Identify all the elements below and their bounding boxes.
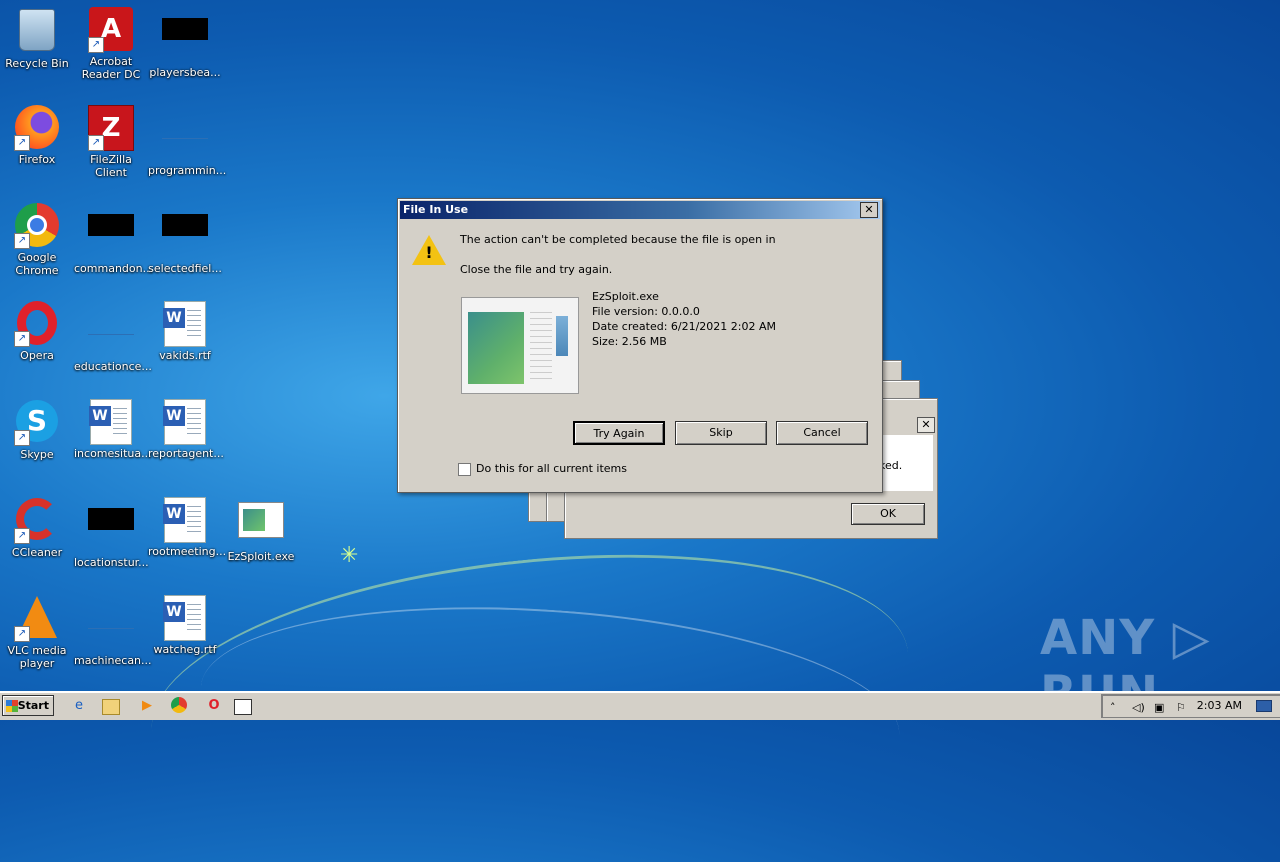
skip-button[interactable]: Skip [675,421,767,445]
file-icon [162,116,208,139]
file-explorer-icon[interactable] [102,699,120,715]
show-hidden-icons-icon[interactable]: ˄ [1110,701,1116,714]
file-icon [88,606,134,629]
desktop-icon-reportagent[interactable]: W reportagent... [148,398,224,460]
desktop-icon-selectedfiel[interactable]: selectedfiel... [148,202,222,275]
media-player-icon[interactable]: ▶ [138,697,156,715]
file-version: File version: 0.0.0.0 [592,305,700,318]
desktop-icon-rootmeeting[interactable]: W rootmeeting... [148,496,226,558]
internet-explorer-icon[interactable]: e [70,697,88,715]
desktop-icon-filezilla[interactable]: Z ↗ FileZilla Client [74,104,148,179]
file-date-created: Date created: 6/21/2021 2:02 AM [592,320,777,333]
desktop-icon-acrobat[interactable]: A ↗ Acrobat Reader DC [74,6,148,81]
file-name: EzSploit.exe [592,290,659,303]
ok-button[interactable]: OK [851,503,925,525]
redacted-thumbnail [88,214,134,236]
word-document-icon: W [163,301,206,347]
message-line-1: The action can't be completed because th… [460,233,776,246]
word-document-icon: W [163,497,206,543]
recycle-bin-icon [19,9,55,51]
start-button[interactable]: Start [2,695,54,716]
cancel-button[interactable]: Cancel [776,421,868,445]
redacted-thumbnail [162,214,208,236]
desktop-icon-incomesitua[interactable]: W incomesitua... [74,398,152,460]
apply-all-checkbox[interactable] [458,463,471,476]
word-document-icon: W [163,595,206,641]
desktop-icon-programmin[interactable]: programmin... [148,104,226,177]
show-desktop-icon[interactable] [1256,700,1272,712]
taskbar: Start e ▶ O ˄ ◁) ▣ ⚐ 2:03 AM [0,691,1280,720]
file-size: Size: 2.56 MB [592,335,667,348]
desktop-icon-skype[interactable]: S ↗ Skype [0,398,74,461]
desktop-icon-playersbea[interactable]: playersbea... [148,6,222,79]
desktop-icon-recycle-bin[interactable]: Recycle Bin [0,6,74,70]
desktop-icon-educationce[interactable]: educationce... [74,300,152,373]
word-document-icon: W [163,399,206,445]
try-again-button[interactable]: Try Again [573,421,665,445]
apply-all-label[interactable]: Do this for all current items [476,462,627,475]
desktop-icon-commandon[interactable]: commandon... [74,202,153,275]
wallpaper-glow: ✳ [340,543,359,568]
desktop-icon-firefox[interactable]: ↗ Firefox [0,104,74,166]
file-icon [88,312,134,335]
volume-icon[interactable]: ◁) [1132,701,1145,714]
dialog-titlebar: File In Use ✕ [400,201,880,219]
message-line-2: Close the file and try again. [460,263,613,276]
file-thumbnail [461,297,579,394]
action-center-flag-icon[interactable]: ⚐ [1176,701,1186,714]
warning-exclamation: ! [425,243,433,262]
desktop-icon-ccleaner[interactable]: ↗ CCleaner [0,496,74,559]
close-icon[interactable]: ✕ [860,202,878,218]
desktop-icon-watcheg[interactable]: W watcheg.rtf [148,594,222,656]
desktop-icon-vakids[interactable]: W vakids.rtf [148,300,222,362]
file-info: EzSploit.exe File version: 0.0.0.0 Date … [592,289,776,349]
desktop-icon-machinecan[interactable]: machinecan... [74,594,152,667]
dialog-title: File In Use [403,203,469,216]
executable-icon [238,502,284,538]
word-document-icon: W [89,399,132,445]
network-icon[interactable]: ▣ [1154,701,1164,714]
chrome-icon[interactable] [171,697,187,713]
desktop-icon-chrome[interactable]: ↗ Google Chrome [0,202,74,277]
close-icon[interactable]: ✕ [917,417,935,433]
opera-icon[interactable]: O [205,697,223,715]
desktop-icon-ezsploit[interactable]: EzSploit.exe [224,496,298,563]
desktop-icon-vlc[interactable]: ↗ VLC media player [0,594,74,670]
system-tray: ˄ ◁) ▣ ⚐ [1101,694,1280,718]
windows-flag-icon [6,700,18,712]
redacted-thumbnail [88,508,134,530]
app-window-icon[interactable] [234,699,252,715]
desktop-icon-opera[interactable]: ↗ Opera [0,300,74,362]
file-in-use-dialog: File In Use ✕ ! The action can't be comp… [397,198,883,493]
redacted-thumbnail [162,18,208,40]
desktop-icon-locationstur[interactable]: locationstur... [74,496,149,569]
clock[interactable]: 2:03 AM [1197,699,1242,712]
